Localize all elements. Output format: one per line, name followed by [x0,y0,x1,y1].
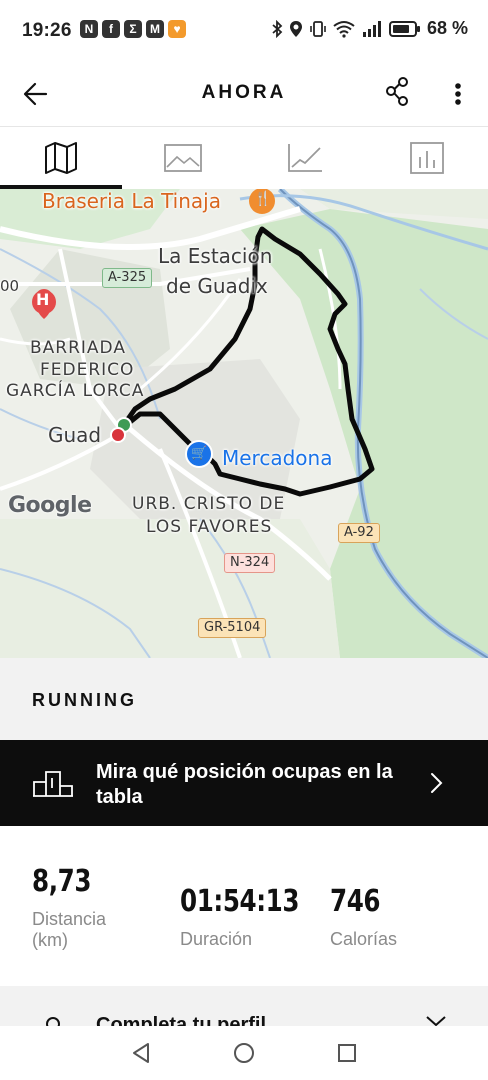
road-gr5104-badge: GR-5104 [198,618,267,638]
road-a92-badge: A-92 [338,523,380,543]
share-icon [386,77,408,106]
battery-percent: 68 % [426,18,468,38]
share-button[interactable] [380,74,416,110]
user-icon [46,1017,60,1026]
nav-back-button[interactable] [128,1040,154,1066]
facebook-icon: f [102,20,120,38]
complete-profile-text: Completa tu perfil [96,1014,267,1026]
signal-icon [362,20,381,37]
leaderboard-banner[interactable]: Mira qué posición ocupas en la tabla [0,740,488,826]
place-urb-line1: URB. CRISTO DE [132,494,286,514]
status-bar: 19:26 N f Σ M ♥ 68 % [0,0,488,62]
activity-stats: 8,73 Distancia (km) 01:54:13 Duración 74… [0,826,488,986]
activity-type-section: RUNNING [0,658,488,740]
complete-profile-card[interactable]: Completa tu perfil [0,986,488,1026]
activity-type-label: RUNNING [32,690,137,710]
heart-app-icon: ♥ [168,20,186,38]
road-a325-badge: A-325 [102,268,153,288]
line-chart-icon [288,144,322,172]
place-guadix-label: Guad [48,423,102,447]
battery-icon [388,20,420,37]
vibrate-icon [310,20,326,37]
place-estacion-line1: La Estación [158,244,273,268]
nav-recents-button[interactable] [334,1040,360,1066]
app-bar: AHORA [0,62,488,127]
distance-label: Distancia (km) [32,909,107,950]
road-n324-badge: N-324 [224,553,276,573]
place-estacion-line2: de Guadix [166,274,268,298]
stat-distance: 8,73 Distancia (km) [32,864,128,951]
leaderboard-text: Mira qué posición ocupas en la tabla [96,761,393,808]
chevron-right-icon [431,773,443,793]
sigma-app-icon: Σ [124,20,142,38]
route-map[interactable]: Braseria La Tinaja 🍴 00 H La Estación de… [0,189,488,658]
more-options-button[interactable] [444,74,472,114]
calories-value: 746 [330,884,381,919]
system-navigation-bar [0,1026,488,1080]
place-barriada-line3: GARCÍA LORCA [6,381,145,401]
tab-graph[interactable] [244,127,366,189]
calories-label: Calorías [330,929,398,949]
poi-braseria-label[interactable]: Braseria La Tinaja [42,189,221,213]
restaurant-icon: 🍴 [254,190,272,206]
map-icon [45,142,77,174]
location-icon [289,20,302,37]
notification-icons: N f Σ M ♥ [80,20,186,38]
place-barriada-line1: BARRIADA [30,338,126,358]
bar-chart-icon [410,142,444,174]
nav-home-button[interactable] [231,1040,257,1066]
tab-photos[interactable] [122,127,244,189]
stat-duration: 01:54:13 Duración [180,884,325,950]
shopping-cart-icon: 🛒 [191,445,208,460]
view-tabs [0,127,488,189]
place-barriada-line2: FEDERICO [40,360,135,380]
bluetooth-icon [272,19,283,38]
google-attribution: Google [8,493,92,518]
distance-value: 8,73 [32,864,92,899]
triangle-back-icon [133,1043,149,1063]
tab-map[interactable] [0,127,122,189]
square-recents-icon [338,1044,356,1062]
duration-label: Duración [180,929,253,949]
photo-icon [164,144,202,172]
status-time: 19:26 [22,20,72,41]
circle-home-icon [234,1043,254,1063]
notification-app-icon: N [80,20,98,38]
duration-value: 01:54:13 [180,884,300,919]
chevron-down-icon[interactable] [424,1014,448,1026]
hospital-icon: H [36,290,50,309]
map-partial-label: 00 [0,277,20,295]
gmail-icon: M [146,20,164,38]
poi-mercadona-label[interactable]: Mercadona [222,446,332,470]
more-vertical-icon [455,83,461,105]
podium-icon [33,771,73,797]
tab-splits[interactable] [366,127,488,189]
place-urb-line2: LOS FAVORES [146,517,273,537]
stat-calories: 746 Calorías [330,884,397,950]
system-icons: 68 % [271,18,468,39]
wifi-icon [333,20,355,38]
